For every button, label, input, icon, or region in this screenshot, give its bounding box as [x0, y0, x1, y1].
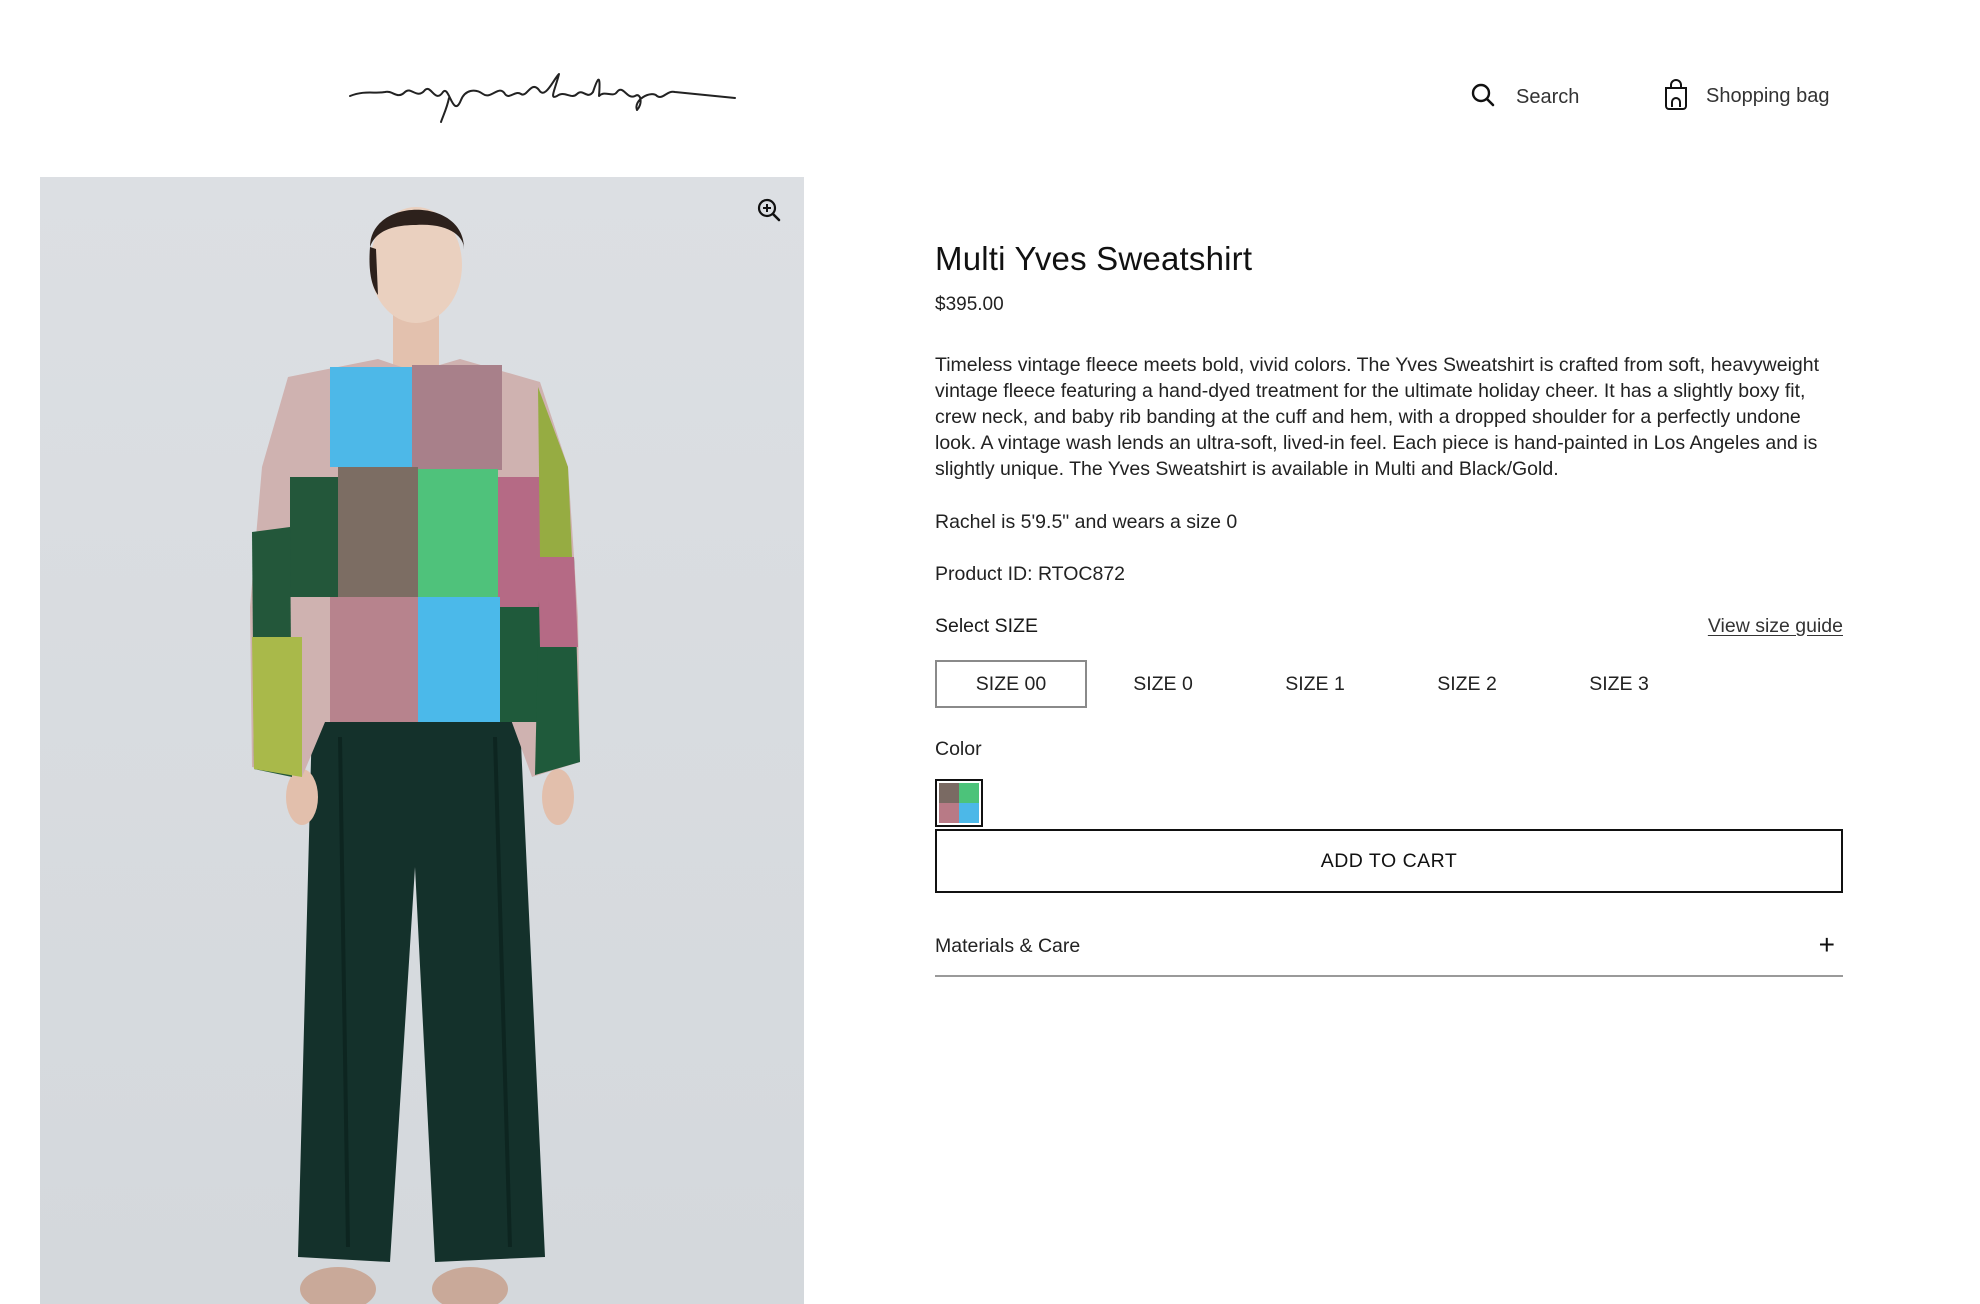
color-swatch-image: [939, 783, 979, 823]
size-options: SIZE 00 SIZE 0 SIZE 1 SIZE 2 SIZE 3: [935, 660, 1843, 708]
size-option-2[interactable]: SIZE 2: [1391, 660, 1543, 708]
size-label: Select SIZE: [935, 615, 1038, 637]
shopping-bag-label: Shopping bag: [1706, 84, 1830, 107]
color-swatch-multi[interactable]: [935, 779, 983, 827]
zoom-button[interactable]: [752, 195, 786, 229]
size-option-0[interactable]: SIZE 0: [1087, 660, 1239, 708]
add-to-cart-button[interactable]: ADD TO CART: [935, 829, 1843, 893]
shopping-bag-button[interactable]: Shopping bag: [1662, 78, 1829, 114]
shopping-bag-icon: [1662, 77, 1690, 116]
product-description: Timeless vintage fleece meets bold, vivi…: [935, 354, 1820, 480]
product-price: $395.00: [935, 294, 1004, 315]
plus-icon: +: [1818, 929, 1835, 960]
size-guide-link[interactable]: View size guide: [1708, 615, 1843, 638]
brand-logo-signature: [349, 73, 736, 123]
zoom-in-icon: [756, 197, 782, 228]
size-option-3[interactable]: SIZE 3: [1543, 660, 1695, 708]
materials-care-label: Materials & Care: [935, 935, 1081, 957]
product-info: Multi Yves Sweatshirt $395.00 Timeless v…: [935, 220, 1843, 977]
model-fit-note: Rachel is 5'9.5" and wears a size 0: [935, 511, 1238, 533]
size-option-1[interactable]: SIZE 1: [1239, 660, 1391, 708]
product-title: Multi Yves Sweatshirt: [935, 240, 1253, 277]
header-search-button[interactable]: Search: [1470, 80, 1579, 114]
color-label: Color: [935, 738, 982, 760]
product-image[interactable]: [40, 177, 804, 1304]
brand-logo[interactable]: [345, 60, 740, 130]
size-header: Select SIZE View size guide: [935, 615, 1843, 638]
search-icon: [1470, 82, 1496, 113]
search-label: Search: [1516, 85, 1580, 108]
product-id: Product ID: RTOC872: [935, 563, 1126, 585]
product-page: Search Shopping bag Multi Yves Sweatshir…: [0, 0, 1980, 1304]
product-photo: [250, 207, 580, 1304]
size-option-00[interactable]: SIZE 00: [935, 660, 1087, 708]
materials-care-accordion[interactable]: Materials & Care +: [935, 929, 1843, 977]
